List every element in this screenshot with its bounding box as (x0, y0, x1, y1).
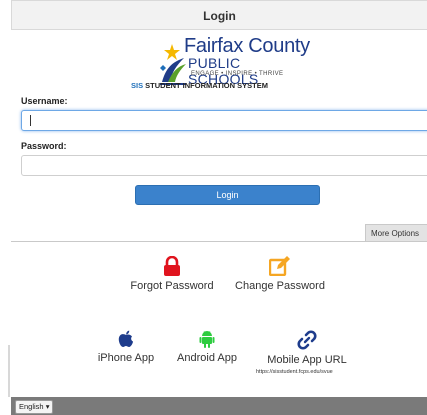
language-label: English (19, 402, 44, 411)
page-footer: English ▾ (11, 397, 427, 415)
more-options-label: More Options (371, 229, 420, 238)
iphone-app-link[interactable]: iPhone App (96, 330, 156, 364)
mobile-app-url-link[interactable]: Mobile App URL (262, 330, 352, 366)
password-label: Password: (21, 141, 67, 151)
text-caret (30, 115, 31, 126)
android-app-link[interactable]: Android App (172, 330, 242, 364)
iphone-app-label: iPhone App (97, 352, 155, 364)
username-input[interactable] (21, 110, 427, 131)
android-icon (199, 331, 215, 348)
more-options-tab[interactable]: More Options (365, 224, 427, 242)
section-divider (11, 241, 427, 242)
caret-down-icon: ▾ (45, 402, 50, 411)
username-label: Username: (21, 96, 68, 106)
edit-icon (269, 256, 290, 276)
change-password-link[interactable]: Change Password (234, 256, 326, 292)
forgot-password-label: Forgot Password (130, 280, 214, 292)
link-icon (297, 330, 317, 350)
page-header: Login (11, 0, 427, 30)
system-title: SIS STUDENT INFORMATION SYSTEM (131, 81, 268, 90)
apple-icon (118, 330, 133, 347)
password-input[interactable] (21, 155, 427, 176)
login-button[interactable]: Login (135, 185, 320, 205)
android-app-label: Android App (177, 352, 237, 364)
forgot-password-link[interactable]: Forgot Password (130, 256, 214, 292)
language-select[interactable]: English ▾ (15, 400, 54, 414)
system-title-text: STUDENT INFORMATION SYSTEM (143, 81, 268, 90)
mobile-app-url-label: Mobile App URL (267, 354, 347, 366)
lock-icon (164, 256, 180, 276)
mobile-app-url-note: https://sisstudent.fcps.edu/svue (256, 369, 333, 375)
system-title-abbr: SIS (131, 81, 144, 90)
left-edge-rule (8, 345, 10, 397)
logo-tagline: ENGAGE • INSPIRE • THRIVE (191, 71, 284, 77)
page-title: Login (203, 9, 236, 23)
change-password-label: Change Password (235, 280, 325, 292)
